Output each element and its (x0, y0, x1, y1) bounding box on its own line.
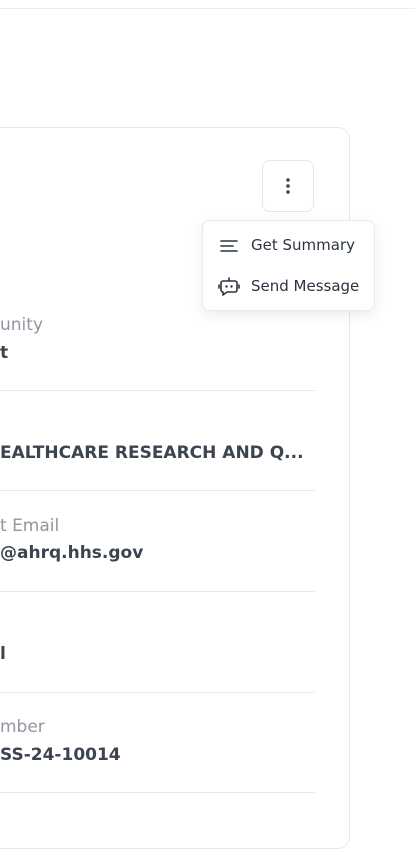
field-value: @ahrq.hhs.gov (0, 543, 144, 563)
field-label: mber (0, 717, 45, 737)
menu-item-send-message[interactable]: Send Message (203, 266, 376, 306)
field-agency: EALTHCARE RESEARCH AND Q... (0, 391, 315, 490)
field-community: unity t (0, 312, 315, 390)
field-solicitation-number: mber SS-24-10014 (0, 693, 315, 793)
kebab-menu-icon (286, 178, 290, 194)
field-value: l (0, 644, 6, 664)
field-label: unity (0, 315, 43, 335)
field-contact-email: t Email @ahrq.hhs.gov (0, 491, 315, 591)
menu-item-get-summary[interactable]: Get Summary (203, 225, 376, 265)
options-dropdown-menu: Get Summary Send Message (202, 220, 375, 311)
lines-icon (220, 240, 238, 252)
chat-bot-icon (218, 277, 240, 296)
menu-item-label: Send Message (251, 277, 360, 295)
menu-item-label: Get Summary (251, 236, 355, 254)
field-value: t (0, 343, 9, 363)
field-status: l (0, 592, 315, 692)
more-options-button[interactable] (262, 160, 314, 212)
top-divider (0, 8, 415, 9)
field-value: SS-24-10014 (0, 745, 121, 765)
divider (0, 792, 315, 793)
field-value: EALTHCARE RESEARCH AND Q... (0, 443, 304, 463)
field-label: t Email (0, 516, 60, 536)
